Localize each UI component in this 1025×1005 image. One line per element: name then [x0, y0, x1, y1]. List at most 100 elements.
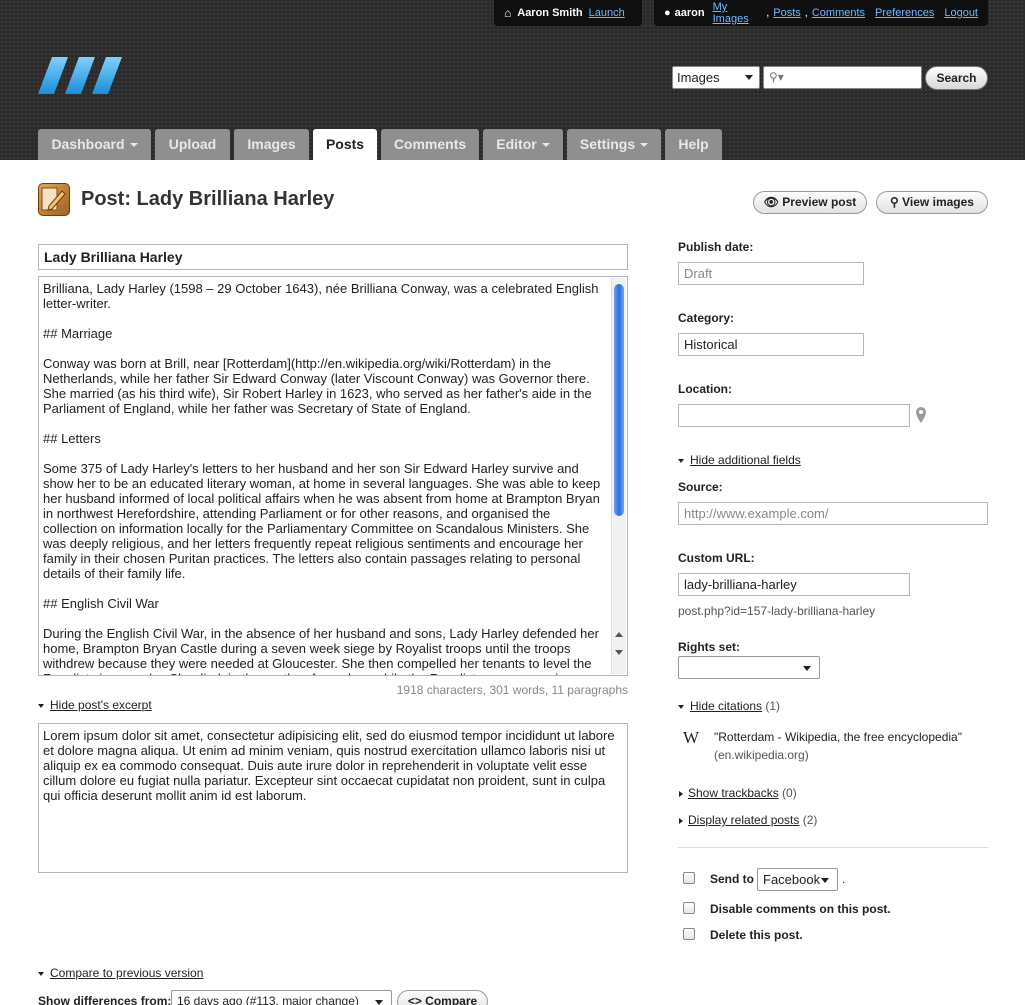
body-paragraph: Some 375 of Lady Harley's letters to her… — [43, 461, 601, 581]
user-name: Aaron Smith — [517, 7, 583, 19]
send-to-checkbox[interactable] — [683, 872, 695, 884]
scroll-up-icon[interactable] — [615, 632, 623, 637]
publish-date-input[interactable]: Draft — [678, 262, 864, 285]
tab-comments[interactable]: Comments — [381, 129, 479, 160]
sidebar-divider — [678, 847, 988, 848]
posts-link[interactable]: Posts — [773, 7, 801, 19]
tab-upload[interactable]: Upload — [155, 129, 230, 160]
rights-set-select[interactable] — [678, 656, 820, 679]
account-name: aaron — [674, 7, 705, 19]
preview-post-button[interactable]: 👁︎ Preview post — [753, 191, 867, 214]
tab-help[interactable]: Help — [665, 129, 722, 160]
person-icon: ● — [664, 7, 671, 19]
additional-fields-toggle[interactable]: Hide additional fields — [678, 453, 801, 467]
map-pin-icon[interactable] — [915, 407, 927, 423]
app-header: ⌂ Aaron Smith Launch ● aaron My Images, … — [0, 0, 1025, 160]
disable-comments-checkbox[interactable] — [683, 902, 695, 914]
delete-post-label: Delete this post. — [710, 928, 803, 942]
logout-link[interactable]: Logout — [944, 7, 978, 19]
related-posts-count: (2) — [802, 813, 818, 827]
diff-version-select[interactable]: 16 days ago (#113, major change) — [171, 990, 392, 1005]
code-icon: <> — [407, 994, 426, 1005]
custom-url-hint: post.php?id=157-lady-brilliana-harley — [678, 604, 876, 618]
show-differences-label: Show differences from: — [38, 994, 172, 1005]
send-to-select[interactable]: Facebook — [757, 868, 838, 891]
additional-fields-label: Hide additional fields — [690, 453, 801, 467]
rights-set-label: Rights set: — [678, 640, 741, 654]
send-to-period: . — [842, 872, 846, 886]
body-paragraph: ## Letters — [43, 431, 101, 446]
trackbacks-toggle[interactable]: Show trackbacks (0) — [679, 786, 797, 800]
location-label: Location: — [678, 382, 732, 396]
search-button[interactable]: Search — [925, 66, 988, 90]
preferences-link[interactable]: Preferences — [875, 7, 934, 19]
triangle-down-icon — [678, 704, 684, 709]
comments-link[interactable]: Comments — [812, 7, 865, 19]
citation-link[interactable]: "Rotterdam - Wikipedia, the free encyclo… — [714, 730, 962, 744]
tab-images[interactable]: Images — [234, 129, 309, 160]
source-input[interactable]: http://www.example.com/ — [678, 502, 988, 525]
user-launch-box: ⌂ Aaron Smith Launch — [494, 0, 642, 26]
location-input[interactable] — [678, 404, 910, 427]
chevron-down-icon — [541, 143, 550, 148]
chevron-down-icon — [821, 878, 829, 883]
triangle-down-icon — [38, 703, 44, 708]
related-posts-toggle[interactable]: Display related posts (2) — [679, 813, 817, 827]
post-title-input[interactable]: Lady Brilliana Harley — [38, 244, 628, 270]
delete-post-checkbox[interactable] — [683, 928, 695, 940]
tab-editor[interactable]: Editor — [483, 129, 563, 160]
my-images-link[interactable]: My Images — [713, 1, 763, 25]
page-title: Post: Lady Brilliana Harley — [81, 188, 335, 210]
tab-settings[interactable]: Settings — [567, 129, 661, 160]
excerpt-toggle[interactable]: Hide post's excerpt — [38, 698, 152, 712]
custom-url-label: Custom URL: — [678, 551, 755, 565]
tab-label: Comments — [393, 136, 467, 152]
chevron-down-icon — [129, 143, 138, 148]
home-icon: ⌂ — [504, 6, 512, 20]
app-logo[interactable] — [38, 56, 122, 96]
chevron-down-icon — [745, 75, 753, 80]
wikipedia-icon: W — [683, 728, 700, 747]
category-input[interactable]: Historical — [678, 333, 864, 356]
tab-label: Dashboard — [51, 136, 125, 152]
eye-icon: 👁︎ — [763, 195, 783, 209]
scrollbar-thumb[interactable] — [614, 284, 624, 516]
excerpt-toggle-label: Hide post's excerpt — [50, 698, 152, 712]
post-body-textarea[interactable]: Brilliana, Lady Harley (1598 – 29 Octobe… — [38, 276, 628, 676]
body-scrollbar[interactable] — [611, 278, 626, 674]
compare-button[interactable]: <> Compare — [397, 990, 488, 1005]
view-images-button[interactable]: ⚲ View images — [876, 191, 988, 214]
pencil-icon — [41, 187, 66, 211]
preview-post-label: Preview post — [782, 195, 857, 209]
magnifier-icon: ⚲ — [890, 195, 903, 209]
tab-label: Upload — [168, 136, 217, 152]
search-scope-select[interactable]: Images — [672, 66, 760, 89]
related-posts-label: Display related posts — [688, 813, 800, 827]
disable-comments-label: Disable comments on this post. — [710, 902, 891, 916]
tab-label: Settings — [579, 136, 636, 152]
view-images-label: View images — [902, 195, 974, 209]
citations-toggle[interactable]: Hide citations (1) — [678, 699, 780, 713]
custom-url-input[interactable]: lady-brilliana-harley — [678, 573, 910, 596]
citation-domain: (en.wikipedia.org) — [714, 748, 809, 762]
tab-label: Editor — [496, 136, 537, 152]
triangle-down-icon — [38, 971, 44, 976]
compare-label: Compare — [425, 994, 478, 1005]
compare-toggle[interactable]: Compare to previous version — [38, 966, 203, 980]
search-input[interactable]: ⚲▾ — [763, 66, 922, 89]
body-paragraph: ## English Civil War — [43, 596, 159, 611]
launch-link[interactable]: Launch — [589, 7, 625, 19]
scroll-down-icon[interactable] — [615, 650, 623, 655]
body-paragraph: Conway was born at Brill, near [Rotterda… — [43, 356, 592, 416]
publish-date-label: Publish date: — [678, 240, 754, 254]
excerpt-textarea[interactable]: Lorem ipsum dolor sit amet, consectetur … — [38, 723, 628, 873]
post-body-text: Brilliana, Lady Harley (1598 – 29 Octobe… — [43, 281, 607, 675]
triangle-right-icon — [679, 790, 683, 797]
trackbacks-toggle-label: Show trackbacks — [688, 786, 779, 800]
trackbacks-count: (0) — [782, 786, 797, 800]
word-counts: 1918 characters, 301 words, 11 paragraph… — [396, 683, 628, 697]
category-label: Category: — [678, 311, 735, 325]
tab-posts[interactable]: Posts — [313, 129, 377, 160]
tab-dashboard[interactable]: Dashboard — [38, 129, 151, 160]
send-to-label: Send to — [710, 872, 754, 886]
